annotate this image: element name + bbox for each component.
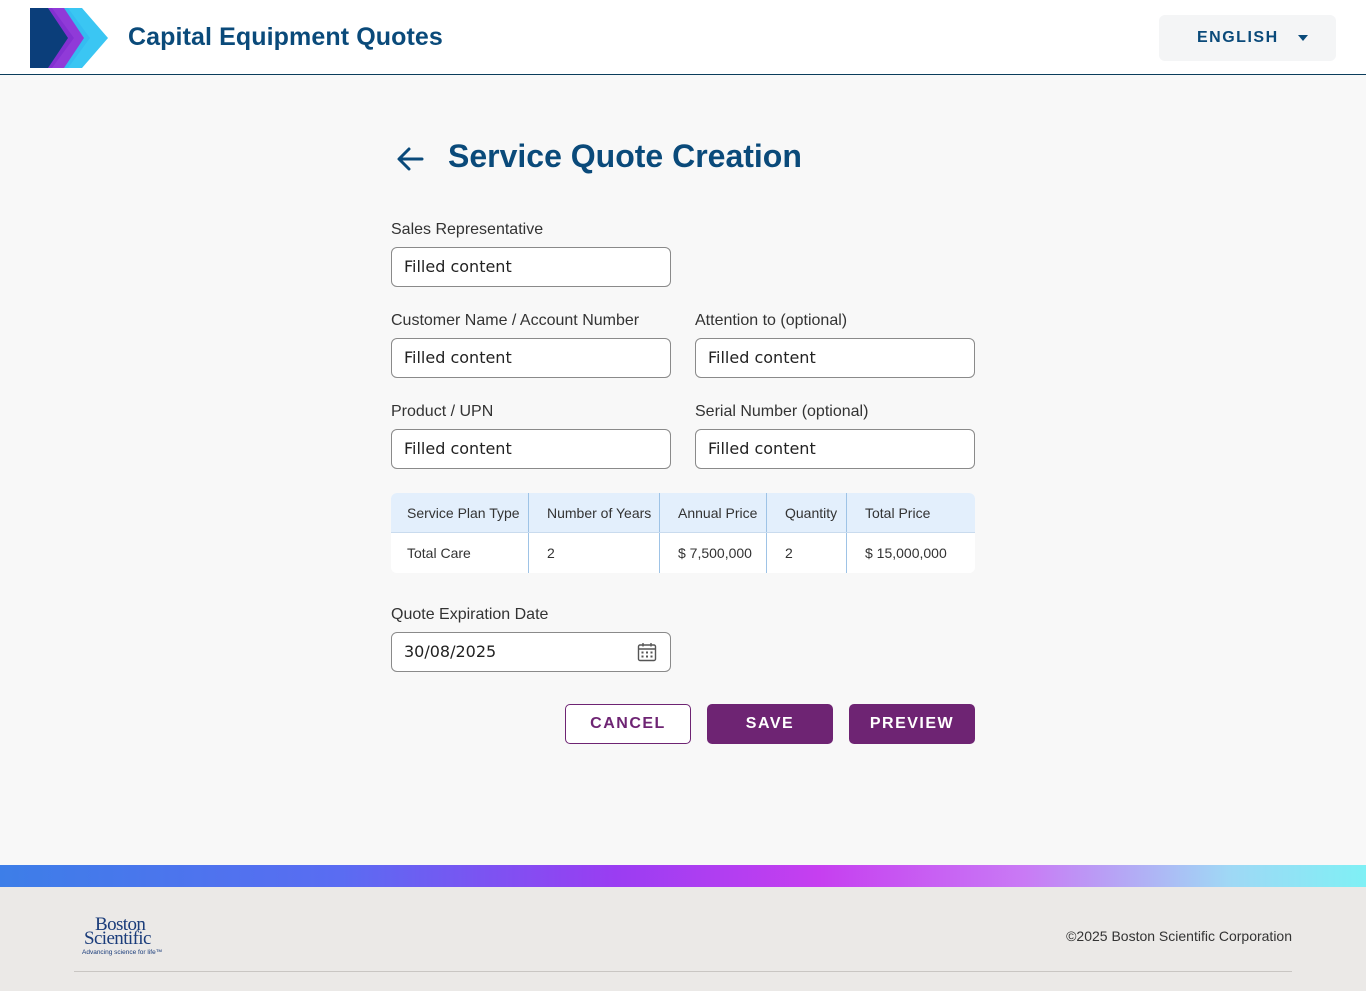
attention-label: Attention to (optional) xyxy=(695,312,848,329)
table-row[interactable]: Total Care 2 $ 7,500,000 2 $ 15,000,000 xyxy=(391,533,975,573)
table-cell: Total Care xyxy=(391,533,529,573)
save-button[interactable]: SAVE xyxy=(707,704,833,744)
chevrons-logo-icon xyxy=(30,8,108,68)
footer-gradient-bar xyxy=(0,865,1366,887)
sales-rep-label: Sales Representative xyxy=(391,221,544,238)
sales-rep-input[interactable]: Filled content xyxy=(391,247,671,287)
boston-scientific-logo: Boston Scientific Advancing science for … xyxy=(82,914,162,956)
footer-divider xyxy=(74,971,1292,972)
table-header-cell: Annual Price xyxy=(660,493,767,532)
logo-tagline: Advancing science for life™ xyxy=(82,949,162,956)
app-title: Capital Equipment Quotes xyxy=(128,23,443,51)
table-cell: $ 15,000,000 xyxy=(865,545,947,561)
table-header-cell: Number of Years xyxy=(529,493,660,532)
table-header-cell: Total Price xyxy=(865,504,931,521)
table-header-cell: Quantity xyxy=(767,493,847,532)
serial-input[interactable]: Filled content xyxy=(695,429,975,469)
customer-input[interactable]: Filled content xyxy=(391,338,671,378)
page-title: Service Quote Creation xyxy=(448,138,802,174)
table-header-row: Service Plan Type Number of Years Annual… xyxy=(391,493,975,533)
language-label: ENGLISH xyxy=(1197,29,1279,46)
service-plan-table: Service Plan Type Number of Years Annual… xyxy=(391,493,975,573)
table-header-cell: Service Plan Type xyxy=(391,493,529,532)
expiration-date-input[interactable]: 30/08/2025 xyxy=(391,632,671,672)
attention-input[interactable]: Filled content xyxy=(695,338,975,378)
cancel-button[interactable]: CANCEL xyxy=(565,704,691,744)
caret-down-icon xyxy=(1298,35,1308,41)
arrow-left-icon[interactable] xyxy=(394,143,428,175)
logo-line2: Scientific xyxy=(84,928,151,949)
customer-label: Customer Name / Account Number xyxy=(391,312,640,329)
product-input[interactable]: Filled content xyxy=(391,429,671,469)
table-cell: 2 xyxy=(767,533,847,573)
calendar-icon[interactable] xyxy=(637,642,657,662)
table-cell: 2 xyxy=(529,533,660,573)
table-cell: $ 7,500,000 xyxy=(660,533,767,573)
copyright-text: ©2025 Boston Scientific Corporation xyxy=(1066,928,1292,944)
serial-label: Serial Number (optional) xyxy=(695,403,869,420)
app-header: Capital Equipment Quotes ENGLISH xyxy=(0,0,1366,75)
language-selector[interactable]: ENGLISH xyxy=(1159,15,1336,61)
product-label: Product / UPN xyxy=(391,403,494,420)
preview-button[interactable]: PREVIEW xyxy=(849,704,975,744)
expiration-label: Quote Expiration Date xyxy=(391,606,549,623)
